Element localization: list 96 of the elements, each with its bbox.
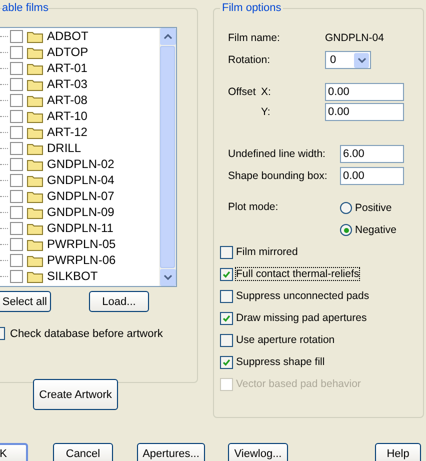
- dialog-button[interactable]: Viewlog...: [228, 443, 288, 461]
- checkbox[interactable]: [10, 238, 23, 250]
- dialog-button[interactable]: K: [0, 443, 28, 461]
- check-icon: [221, 312, 232, 324]
- checkbox[interactable]: [220, 312, 233, 324]
- film-name[interactable]: ART-10: [46, 109, 88, 123]
- checkbox-label[interactable]: Suppress unconnected pads: [236, 290, 370, 302]
- check-icon: [221, 356, 232, 368]
- film-name[interactable]: GNDPLN-09: [46, 205, 116, 219]
- film-name[interactable]: ADBOT: [46, 29, 90, 43]
- folder-icon: [27, 142, 43, 154]
- checkbox[interactable]: [10, 270, 23, 282]
- checkbox[interactable]: [10, 46, 23, 58]
- folder-icon: [27, 190, 43, 202]
- checkbox[interactable]: [10, 62, 23, 74]
- line-width-field[interactable]: 6.00: [340, 145, 404, 163]
- film-name[interactable]: GNDPLN-07: [46, 189, 116, 203]
- checkbox[interactable]: [10, 254, 23, 266]
- film-name[interactable]: DRILL: [46, 141, 82, 155]
- checkbox-label[interactable]: Check database before artwork: [10, 328, 163, 340]
- film-name[interactable]: SILKBOT: [46, 269, 99, 283]
- film-name[interactable]: ART-12: [46, 125, 88, 139]
- checkbox[interactable]: [10, 222, 23, 234]
- bounding-box-field[interactable]: 0.00: [340, 167, 404, 185]
- film-name-value: GNDPLN-04: [325, 32, 384, 44]
- checkbox-label[interactable]: Full contact thermal-reliefs: [236, 268, 360, 280]
- folder-icon: [27, 174, 43, 186]
- field-label: Shape bounding box:: [228, 170, 328, 182]
- scroll-down-icon[interactable]: [160, 269, 176, 286]
- checkbox[interactable]: [220, 356, 233, 368]
- checkbox[interactable]: [10, 30, 23, 42]
- folder-icon: [27, 206, 43, 218]
- folder-icon: [27, 110, 43, 122]
- checkbox-label[interactable]: Draw missing pad apertures: [236, 312, 367, 324]
- checkbox[interactable]: [10, 174, 23, 186]
- group-title: able films: [2, 2, 48, 14]
- checkbox[interactable]: [10, 126, 23, 138]
- film-name[interactable]: GNDPLN-11: [46, 221, 114, 235]
- film-name[interactable]: GNDPLN-04: [46, 173, 116, 187]
- group-title: Film options: [220, 2, 284, 14]
- field-label: Undefined line width:: [228, 148, 326, 160]
- folder-icon: [27, 126, 43, 138]
- field-label: X:: [261, 86, 272, 98]
- field-label: Offset: [228, 86, 257, 98]
- film-name[interactable]: ART-03: [46, 77, 88, 91]
- film-name[interactable]: ART-08: [46, 93, 88, 107]
- check-icon: [221, 268, 232, 280]
- film-name[interactable]: ADTOP: [46, 45, 90, 59]
- folder-icon: [27, 270, 43, 282]
- dialog-button[interactable]: Apertures...: [137, 443, 205, 461]
- radio-button[interactable]: [340, 202, 352, 214]
- dialog-button[interactable]: Cancel: [53, 443, 113, 461]
- offset-x-field[interactable]: 0.00: [325, 83, 404, 101]
- checkbox[interactable]: [10, 142, 23, 154]
- list-button[interactable]: Select all: [0, 291, 51, 312]
- chevron-down-icon[interactable]: [358, 58, 366, 62]
- checkbox-label[interactable]: Use aperture rotation: [236, 334, 335, 346]
- checkbox[interactable]: [220, 268, 233, 280]
- folder-icon: [27, 254, 43, 266]
- folder-icon: [27, 238, 43, 250]
- folder-icon: [27, 30, 43, 42]
- film-name[interactable]: PWRPLN-06: [46, 253, 117, 267]
- radio-label[interactable]: Negative: [355, 224, 396, 236]
- checkbox[interactable]: [10, 110, 23, 122]
- radio-label[interactable]: Positive: [355, 202, 392, 214]
- folder-icon: [27, 158, 43, 170]
- film-name[interactable]: PWRPLN-05: [46, 237, 117, 251]
- film-name[interactable]: ART-01: [46, 61, 88, 75]
- folder-icon: [27, 78, 43, 90]
- create-artwork-button[interactable]: Create Artwork: [33, 379, 118, 410]
- list-button[interactable]: Load...: [89, 291, 149, 312]
- dialog-button[interactable]: Help: [375, 443, 421, 461]
- checkbox[interactable]: [10, 78, 23, 90]
- checkbox[interactable]: [10, 206, 23, 218]
- film-name[interactable]: GNDPLN-02: [46, 157, 116, 171]
- scrollbar[interactable]: [159, 28, 176, 286]
- field-label: Plot mode:: [228, 201, 278, 213]
- radio-button[interactable]: [340, 224, 352, 236]
- field-label: Film name:: [228, 32, 281, 44]
- checkbox[interactable]: [220, 290, 233, 302]
- checkbox[interactable]: [10, 94, 23, 106]
- folder-icon: [27, 222, 43, 234]
- checkbox[interactable]: [220, 334, 233, 346]
- field-label: Rotation:: [228, 54, 272, 66]
- folder-icon: [27, 94, 43, 106]
- checkbox-label[interactable]: Film mirrored: [236, 246, 298, 258]
- folder-icon: [27, 46, 43, 58]
- scroll-up-icon[interactable]: [160, 28, 176, 45]
- checkbox[interactable]: [10, 158, 23, 170]
- offset-y-field[interactable]: 0.00: [325, 103, 404, 121]
- checkbox[interactable]: [10, 190, 23, 202]
- field-label: Y:: [261, 106, 270, 118]
- rotation-dropdown[interactable]: 0: [325, 51, 371, 69]
- folder-icon: [27, 62, 43, 74]
- checkbox-label[interactable]: Suppress shape fill: [236, 356, 325, 368]
- checkbox[interactable]: [220, 246, 233, 258]
